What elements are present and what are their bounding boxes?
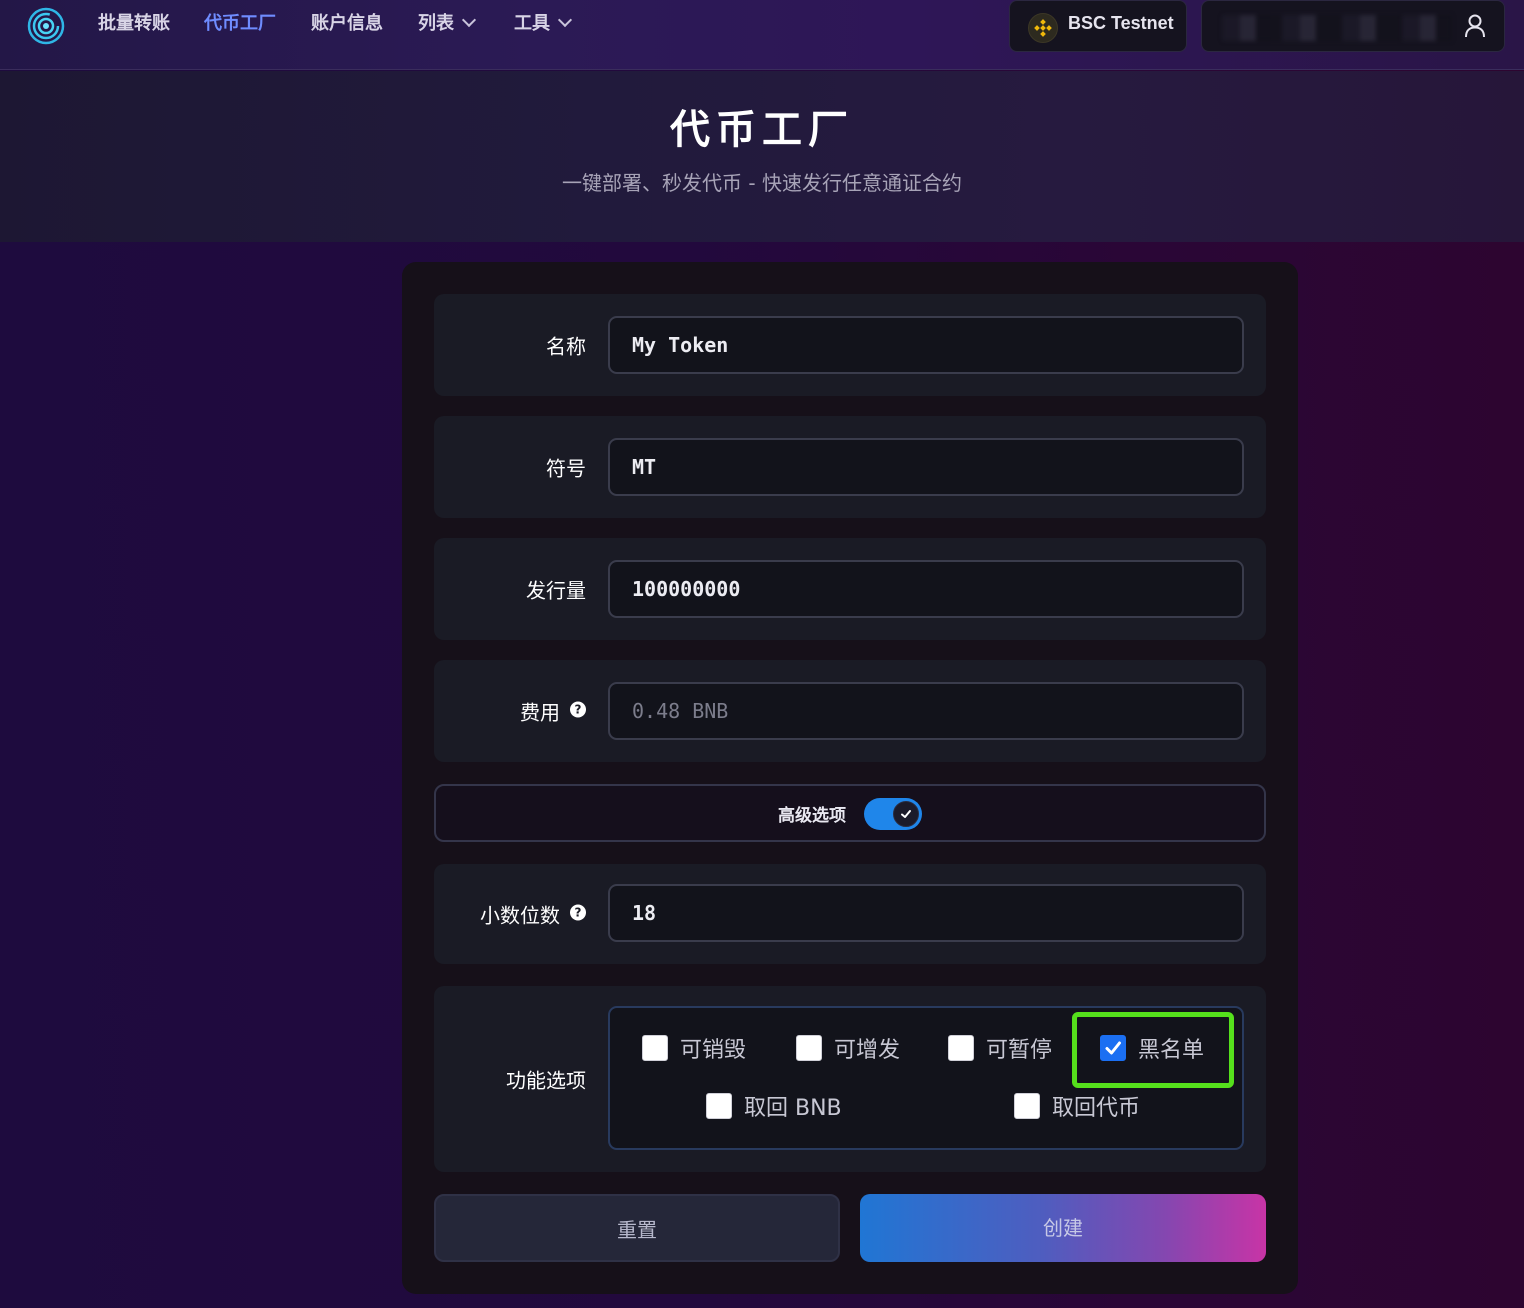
- symbol-input[interactable]: [608, 438, 1244, 496]
- token-form-card: 名称 符号 发行量 费用? 高级选项 小数位数? 功能选项: [402, 262, 1298, 1294]
- page-subtitle: 一键部署、秒发代币 - 快速发行任意通证合约: [562, 171, 962, 195]
- nav-label: 账户信息: [311, 13, 383, 34]
- nav-token-factory[interactable]: 代币工厂: [204, 10, 276, 38]
- user-icon: [1464, 14, 1486, 42]
- wallet-address-redacted: [1222, 15, 1452, 41]
- chevron-down-icon: [557, 12, 573, 28]
- checkbox[interactable]: [642, 1035, 668, 1061]
- advanced-options-label: 高级选项: [778, 806, 846, 826]
- option-label: 取回代币: [1052, 1096, 1141, 1121]
- checkbox-checked[interactable]: [1100, 1035, 1126, 1061]
- option-label: 黑名单: [1138, 1038, 1205, 1063]
- nav-account-info[interactable]: 账户信息: [311, 10, 383, 38]
- checkbox[interactable]: [948, 1035, 974, 1061]
- decimals-label-text: 小数位数: [480, 903, 560, 928]
- fee-input: [608, 682, 1244, 740]
- nav-label: 工具: [514, 13, 550, 34]
- decimals-input[interactable]: [608, 884, 1244, 942]
- form-row-decimals: 小数位数?: [434, 864, 1266, 964]
- checkbox[interactable]: [706, 1093, 732, 1119]
- help-icon[interactable]: ?: [570, 701, 586, 718]
- option-blacklist[interactable]: 黑名单: [1100, 1030, 1204, 1066]
- supply-label: 发行量: [526, 578, 586, 603]
- advanced-options-toggle[interactable]: [864, 798, 922, 830]
- create-button[interactable]: 创建: [860, 1194, 1266, 1262]
- network-label: BSC Testnet: [1068, 13, 1174, 33]
- supply-input[interactable]: [608, 560, 1244, 618]
- nav-label: 列表: [418, 13, 454, 34]
- nav-tools-dropdown[interactable]: 工具: [514, 10, 573, 38]
- decimals-label: 小数位数?: [480, 900, 586, 929]
- feature-options-group: 可销毁 可增发 可暂停 黑名单 取回 BNB 取回代币: [608, 1006, 1244, 1150]
- option-label: 可增发: [834, 1038, 901, 1063]
- check-icon: [1105, 1041, 1121, 1055]
- bnb-icon: [1028, 13, 1058, 43]
- chevron-down-icon: [461, 12, 477, 28]
- hero-banner: 代币工厂 一键部署、秒发代币 - 快速发行任意通证合约: [0, 71, 1524, 242]
- app-logo-icon[interactable]: [26, 6, 66, 46]
- nav-batch-transfer[interactable]: 批量转账: [98, 10, 170, 38]
- option-withdraw-token[interactable]: 取回代币: [1014, 1088, 1140, 1124]
- symbol-label: 符号: [546, 456, 586, 481]
- form-row-features: 功能选项 可销毁 可增发 可暂停 黑名单 取回 BNB 取回代币: [434, 986, 1266, 1172]
- top-navbar: 批量转账 代币工厂 账户信息 列表 工具 BSC Testnet: [0, 0, 1524, 70]
- check-icon: [893, 801, 919, 827]
- features-label: 功能选项: [506, 1068, 586, 1093]
- reset-button[interactable]: 重置: [434, 1194, 840, 1262]
- option-withdraw-bnb[interactable]: 取回 BNB: [706, 1088, 842, 1124]
- page-title: 代币工厂: [670, 107, 854, 153]
- form-row-name: 名称: [434, 294, 1266, 396]
- name-label: 名称: [546, 334, 586, 359]
- option-burnable[interactable]: 可销毁: [642, 1030, 746, 1066]
- network-selector-button[interactable]: BSC Testnet: [1009, 0, 1187, 52]
- nav-label: 批量转账: [98, 13, 170, 34]
- option-mintable[interactable]: 可增发: [796, 1030, 900, 1066]
- option-pausable[interactable]: 可暂停: [948, 1030, 1052, 1066]
- form-row-symbol: 符号: [434, 416, 1266, 518]
- checkbox[interactable]: [1014, 1093, 1040, 1119]
- advanced-options-bar: 高级选项: [434, 784, 1266, 842]
- nav-list-dropdown[interactable]: 列表: [418, 10, 477, 38]
- fee-label: 费用?: [520, 697, 586, 726]
- help-icon[interactable]: ?: [570, 904, 586, 921]
- checkbox[interactable]: [796, 1035, 822, 1061]
- option-label: 可销毁: [680, 1038, 747, 1063]
- name-input[interactable]: [608, 316, 1244, 374]
- form-row-fee: 费用?: [434, 660, 1266, 762]
- option-label: 取回 BNB: [744, 1096, 842, 1121]
- fee-label-text: 费用: [520, 700, 560, 725]
- wallet-account-button[interactable]: [1201, 0, 1505, 52]
- option-label: 可暂停: [986, 1038, 1053, 1063]
- nav-label: 代币工厂: [204, 13, 276, 34]
- form-row-supply: 发行量: [434, 538, 1266, 640]
